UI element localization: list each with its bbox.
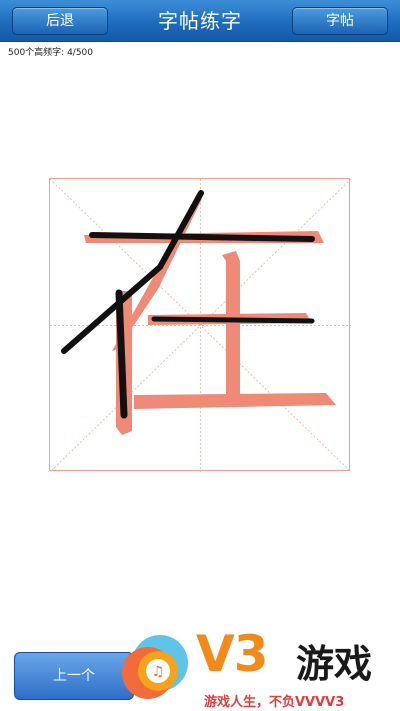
writing-grid[interactable] [49, 178, 351, 472]
previous-button[interactable]: 上一个 [14, 652, 134, 700]
watermark-slogan: 游戏人生，不负VVVV3 [204, 695, 345, 710]
progress-counter: 500个高频字: 4/500 [8, 48, 94, 58]
watermark: ♫ V3 游戏 游戏人生，不负VVVV3 [118, 625, 400, 711]
back-button-label: 后退 [46, 13, 74, 29]
watermark-game-text: 游戏 [296, 642, 373, 686]
watermark-brand: V3 [196, 625, 268, 683]
back-button[interactable]: 后退 [12, 7, 108, 35]
copybook-button-label: 字帖 [326, 13, 354, 29]
copybook-button[interactable]: 字帖 [292, 7, 388, 35]
v3-logo-icon: ♫ [122, 635, 188, 699]
svg-text:♫: ♫ [152, 664, 165, 680]
writing-canvas[interactable] [50, 179, 351, 472]
navigation-bar: 字帖练字 后退 字帖 [0, 0, 400, 42]
